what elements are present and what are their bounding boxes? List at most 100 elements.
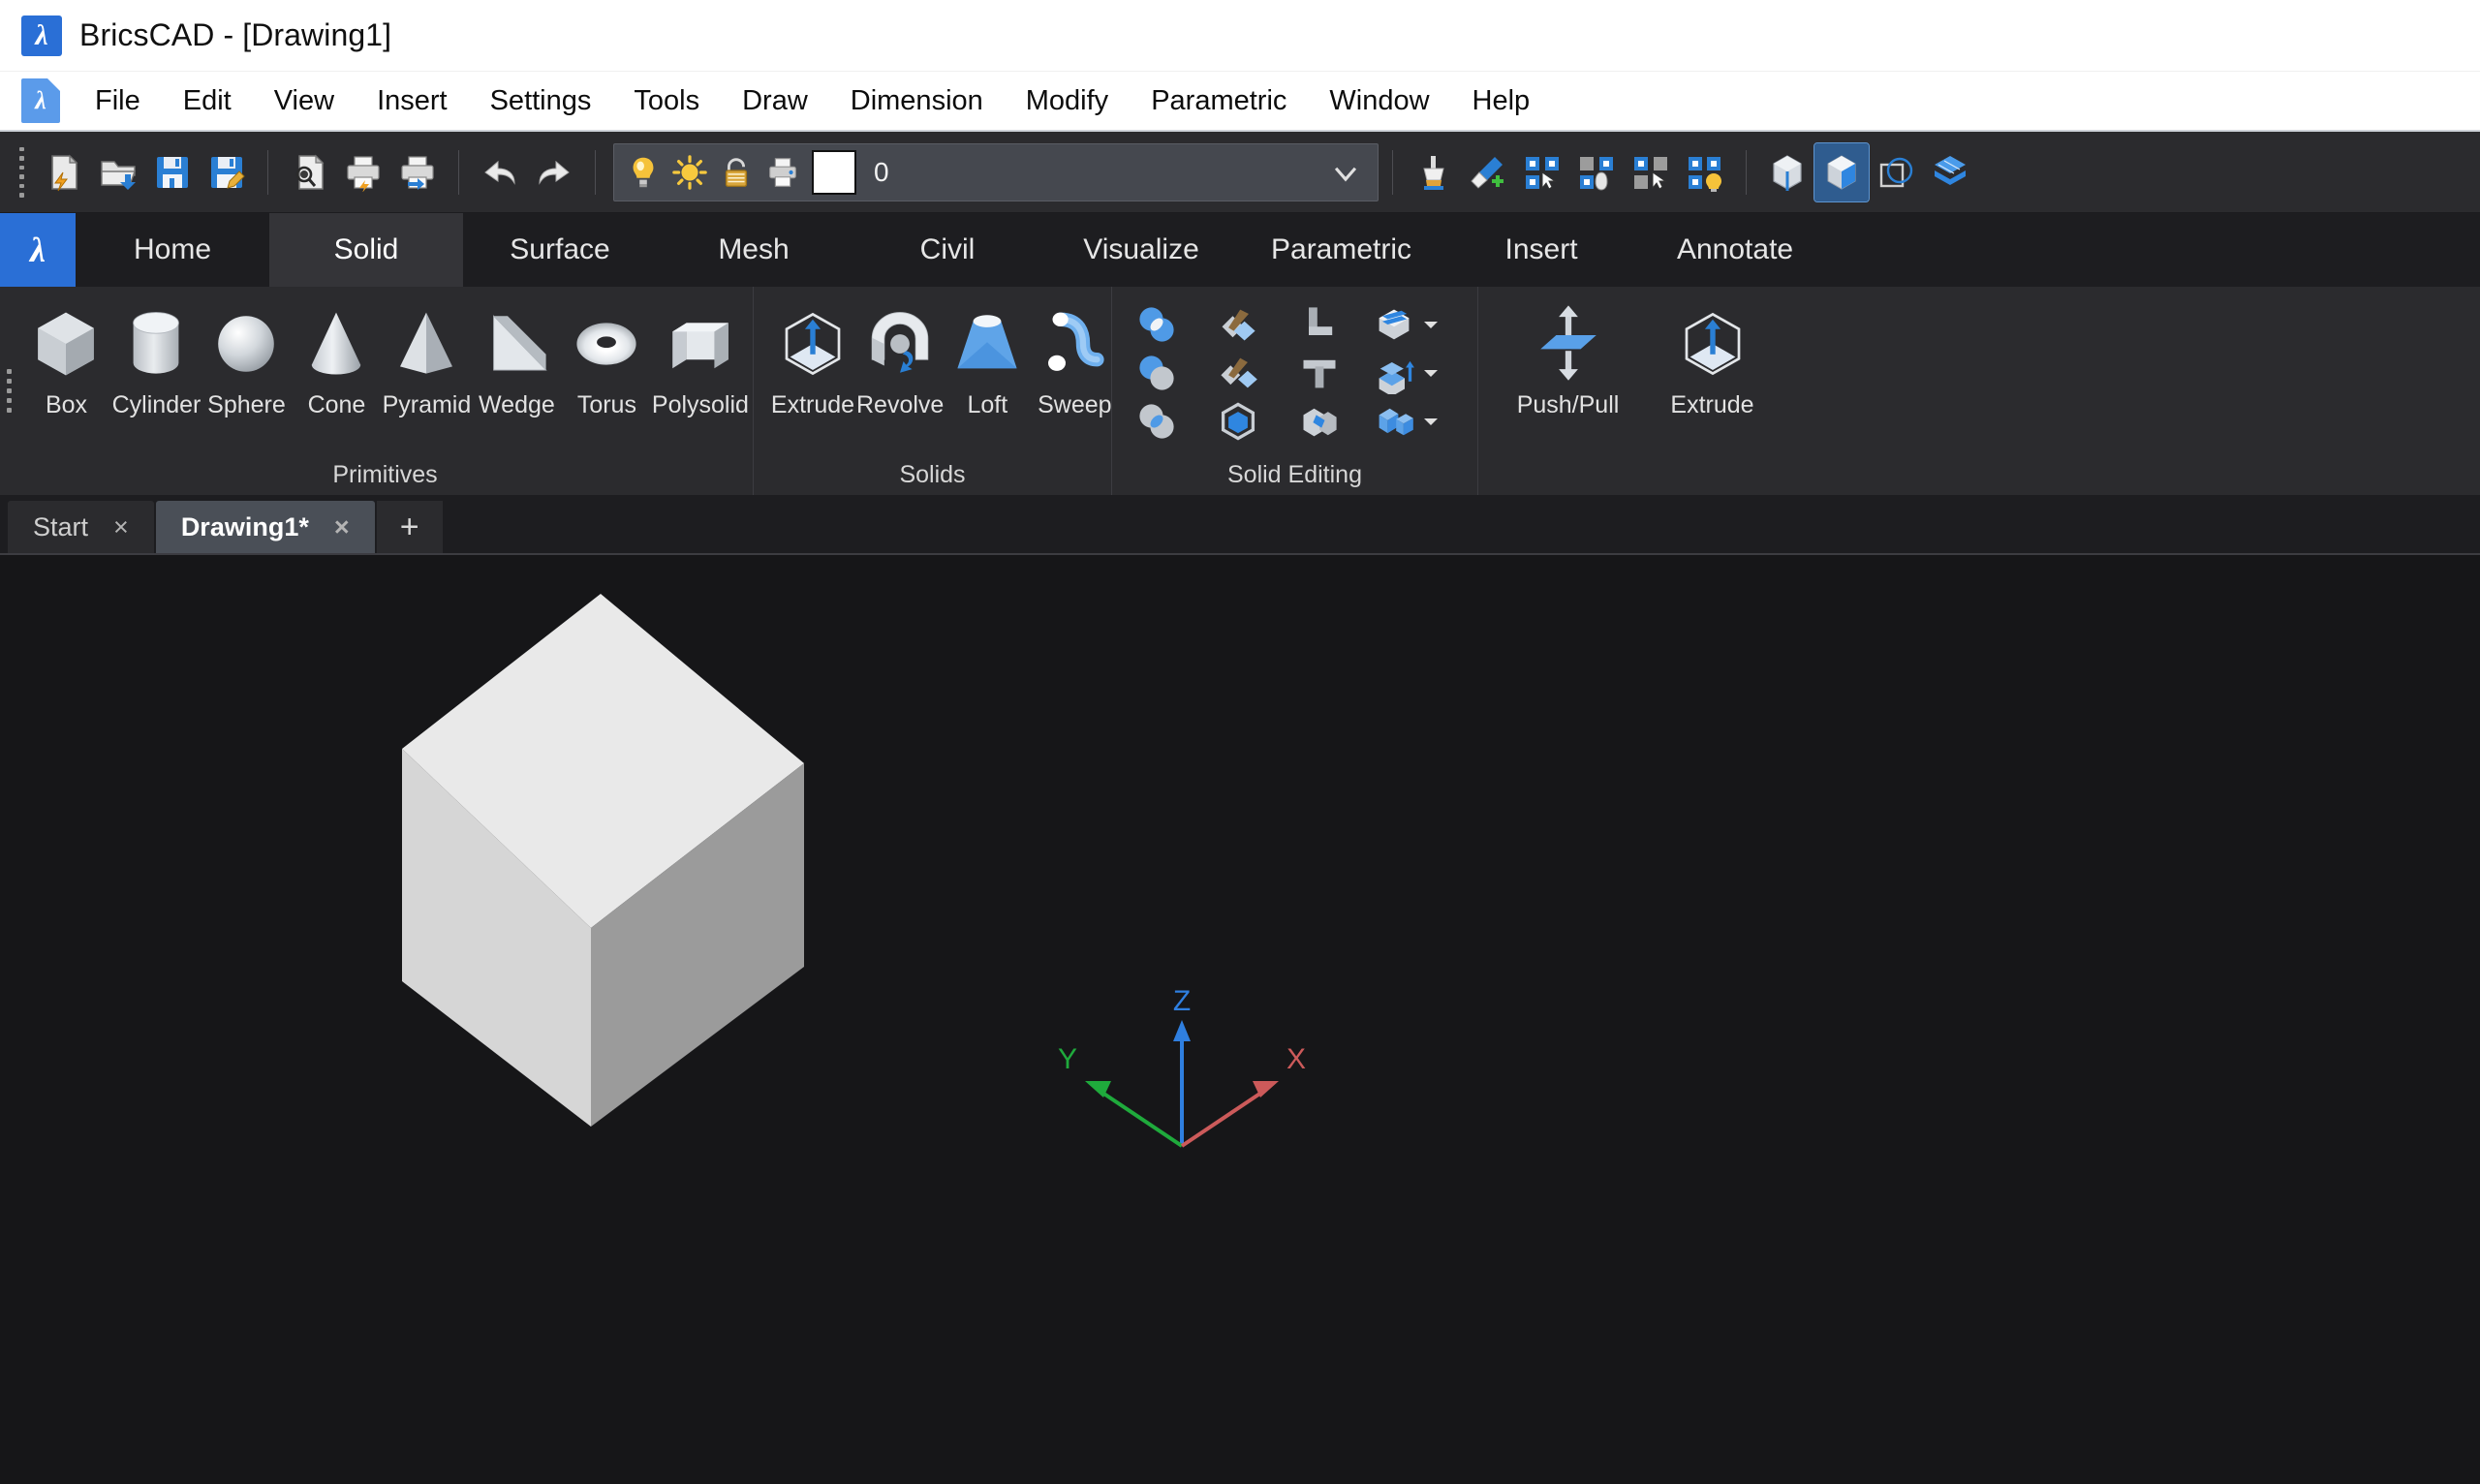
subtract-icon (1139, 356, 1174, 390)
solid-editing-interfere-button[interactable] (1197, 397, 1279, 446)
sweep-icon (1048, 312, 1104, 371)
save-button[interactable] (145, 143, 200, 201)
new-tab-button[interactable]: + (376, 501, 443, 553)
menu-item-edit[interactable]: Edit (162, 79, 253, 123)
select-by-layer-button[interactable] (1678, 143, 1732, 201)
menu-item-view[interactable]: View (253, 79, 356, 123)
solid-editing-separate-button[interactable] (1360, 397, 1442, 446)
chevron-down-icon[interactable] (1422, 367, 1440, 379)
solid-editing-intersect-button[interactable] (1116, 397, 1197, 446)
solid-editing-tee-button[interactable] (1279, 349, 1360, 397)
select-all-button[interactable] (1515, 143, 1569, 201)
app-logo-icon: λ (21, 15, 62, 56)
close-icon[interactable]: × (334, 512, 350, 542)
visual-style-wireframe-button[interactable] (1760, 143, 1814, 201)
drawing-viewport[interactable]: Z Y X (0, 555, 2480, 1484)
ribbon-drag-handle[interactable] (0, 287, 17, 495)
menu-item-dimension[interactable]: Dimension (829, 79, 1005, 123)
ribbon-tab-parametric[interactable]: Parametric (1238, 213, 1444, 287)
solid-editing-corner-button[interactable] (1279, 300, 1360, 349)
ribbon-tab-mesh[interactable]: Mesh (657, 213, 851, 287)
solid-editing-subtract-button[interactable] (1116, 349, 1197, 397)
ribbon-tab-solid[interactable]: Solid (269, 213, 463, 287)
undo-button[interactable] (473, 143, 527, 201)
open-drawing-button[interactable] (91, 143, 145, 201)
lock-unlocked-icon[interactable] (713, 149, 760, 196)
solid-editing-slice-button[interactable] (1197, 300, 1279, 349)
new-drawing-button[interactable] (37, 143, 91, 201)
print-button[interactable] (336, 143, 390, 201)
ribbon-button-cone[interactable]: Cone (292, 294, 382, 419)
ucs-z-label: Z (1173, 985, 1191, 1017)
window-title: BricsCAD - [Drawing1] (79, 17, 392, 52)
chevron-down-icon[interactable] (1422, 319, 1440, 330)
ribbon-button-label: Wedge (479, 391, 555, 418)
lightbulb-on-icon[interactable] (620, 149, 666, 196)
solid-editing-offset-face-button[interactable] (1360, 349, 1442, 397)
menu-item-modify[interactable]: Modify (1005, 79, 1130, 123)
document-tab[interactable]: Start × (8, 501, 154, 553)
menu-item-draw[interactable]: Draw (721, 79, 829, 123)
menu-item-file[interactable]: File (74, 79, 162, 123)
ribbon-tab-surface[interactable]: Surface (463, 213, 657, 287)
close-icon[interactable]: × (113, 512, 129, 542)
print-preview-button[interactable] (282, 143, 336, 201)
solid-editing-slice-solid-button[interactable] (1197, 349, 1279, 397)
ribbon-button-box[interactable]: Box (21, 294, 111, 419)
ribbon-button-extrude[interactable]: Extrude (769, 294, 856, 419)
ribbon-tab-insert[interactable]: Insert (1444, 213, 1638, 287)
visual-style-shaded-button[interactable] (1814, 141, 1870, 202)
ribbon-button-torus[interactable]: Torus (562, 294, 652, 419)
ribbon-button-push-pull[interactable]: Push/Pull (1496, 294, 1640, 419)
ribbon-tab-civil[interactable]: Civil (851, 213, 1044, 287)
ribbon-button-revolve[interactable]: Revolve (856, 294, 944, 419)
chevron-down-icon[interactable] (1329, 156, 1362, 189)
toolbar-separator-4 (1392, 149, 1393, 195)
document-tab[interactable]: Drawing1* × (155, 501, 375, 553)
ribbon-tab-annotate[interactable]: Annotate (1638, 213, 1832, 287)
clean-screen-button[interactable] (1407, 143, 1461, 201)
visual-style-hidden-button[interactable] (1869, 143, 1923, 201)
menu-item-insert[interactable]: Insert (356, 79, 469, 123)
menu-item-help[interactable]: Help (1451, 79, 1552, 123)
ribbon-button-extrude-face[interactable]: Extrude (1640, 294, 1784, 419)
solid-editing-imprint-button[interactable] (1279, 397, 1360, 446)
ribbon-button-cylinder[interactable]: Cylinder (111, 294, 202, 419)
redo-button[interactable] (527, 143, 581, 201)
sun-freeze-icon[interactable] (666, 149, 713, 196)
save-as-button[interactable] (200, 143, 254, 201)
chevron-down-icon[interactable] (1422, 416, 1440, 427)
solid-editing-union-button[interactable] (1116, 300, 1197, 349)
document-tab-label: Drawing1* (180, 511, 309, 541)
invert-selection-button[interactable] (1624, 143, 1678, 201)
layer-control[interactable]: 0 (613, 142, 1379, 201)
ribbon-tab-visualize[interactable]: Visualize (1044, 213, 1238, 287)
menu-item-parametric[interactable]: Parametric (1130, 79, 1308, 123)
solid-editing-shell-button[interactable] (1360, 300, 1442, 349)
menu-item-window[interactable]: Window (1308, 79, 1450, 123)
ribbon-button-loft[interactable]: Loft (944, 294, 1031, 419)
toolbar-drag-handle[interactable] (14, 146, 29, 198)
layer-color-swatch[interactable] (812, 149, 856, 195)
ribbon-button-wedge[interactable]: Wedge (472, 294, 562, 419)
corner-l-icon (1309, 307, 1333, 335)
ribbon-button-sweep[interactable]: Sweep (1031, 294, 1118, 419)
polysolid-icon (672, 323, 728, 369)
ucs-y-label: Y (1058, 1043, 1077, 1075)
visual-style-realistic-button[interactable] (1923, 143, 1977, 201)
menu-item-settings[interactable]: Settings (469, 79, 613, 123)
select-similar-button[interactable] (1569, 143, 1624, 201)
ribbon-app-logo-icon[interactable]: λ (0, 213, 76, 287)
plot-layer-icon[interactable] (760, 149, 806, 196)
ribbon-button-polysolid[interactable]: Polysolid (652, 294, 749, 419)
menu-item-tools[interactable]: Tools (612, 79, 721, 123)
print-icon (347, 155, 380, 192)
ribbon-tab-home[interactable]: Home (76, 213, 269, 287)
3d-box-solid[interactable] (184, 584, 882, 1262)
imprint-icon (1303, 408, 1337, 437)
ribbon-button-sphere[interactable]: Sphere (202, 294, 292, 419)
match-properties-button[interactable] (1461, 143, 1515, 201)
ribbon-button-pyramid[interactable]: Pyramid (382, 294, 472, 419)
plot-button[interactable] (390, 143, 445, 201)
ribbon-button-label: Revolve (856, 391, 945, 418)
